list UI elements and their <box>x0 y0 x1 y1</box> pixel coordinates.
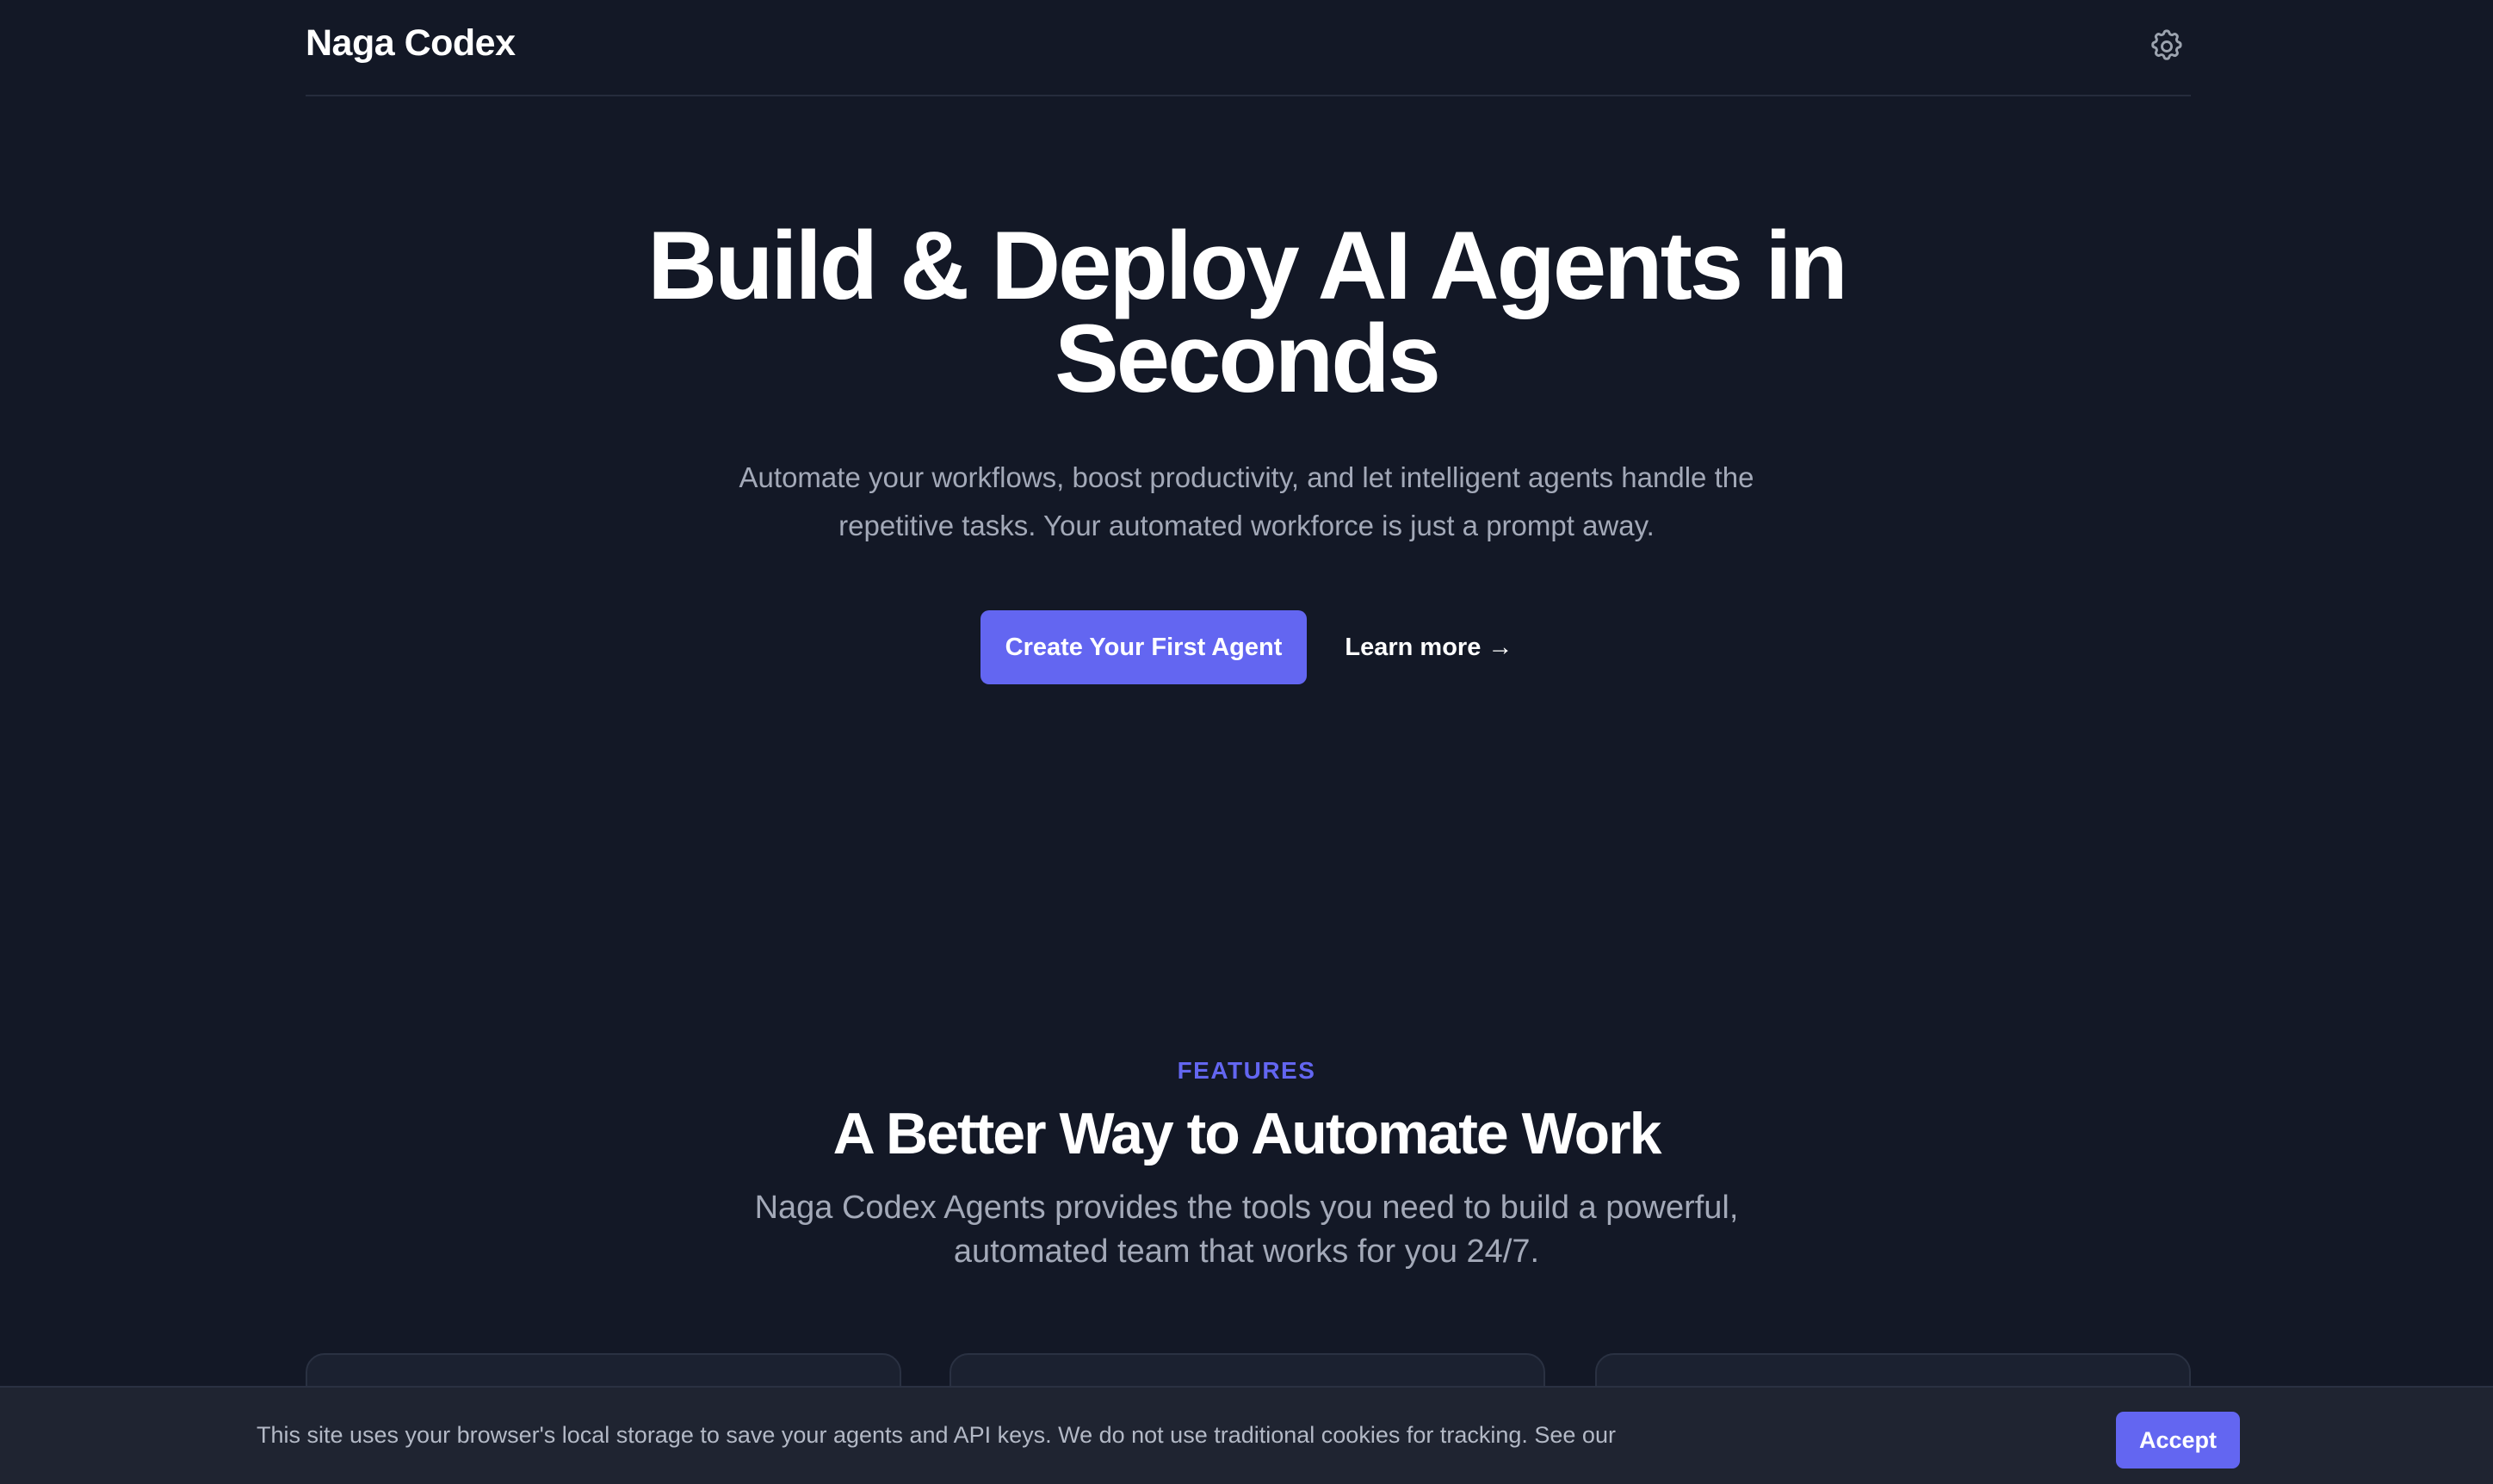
cookie-banner-text: This site uses your browser's local stor… <box>257 1422 1616 1448</box>
accept-cookies-button[interactable]: Accept <box>2116 1412 2240 1469</box>
learn-more-link[interactable]: Learn more → <box>1345 634 1513 662</box>
features-eyebrow: FEATURES <box>1177 1057 1316 1084</box>
hero-subtitle: Automate your workflows, boost productiv… <box>739 461 1754 541</box>
gear-icon <box>2151 29 2182 60</box>
hero-section: Build & Deploy AI Agents in Seconds Auto… <box>0 212 2493 684</box>
top-navbar: Naga Codex <box>306 0 2191 96</box>
features-title: A Better Way to Automate Work <box>832 1101 1662 1166</box>
settings-button[interactable] <box>2143 22 2191 71</box>
hero-actions: Create Your First Agent Learn more → <box>0 610 2493 684</box>
cookie-banner: This site uses your browser's local stor… <box>0 1386 2493 1484</box>
features-subtitle: Naga Codex Agents provides the tools you… <box>754 1190 1739 1270</box>
brand-logo-text[interactable]: Naga Codex <box>306 22 516 65</box>
features-section: FEATURES A Better Way to Automate Work N… <box>0 1057 2493 1274</box>
hero-title: Build & Deploy AI Agents in Seconds <box>647 212 1848 412</box>
page: Naga Codex Build & Deploy AI Agents in S… <box>0 0 2493 1484</box>
create-first-agent-button[interactable]: Create Your First Agent <box>980 610 1308 684</box>
